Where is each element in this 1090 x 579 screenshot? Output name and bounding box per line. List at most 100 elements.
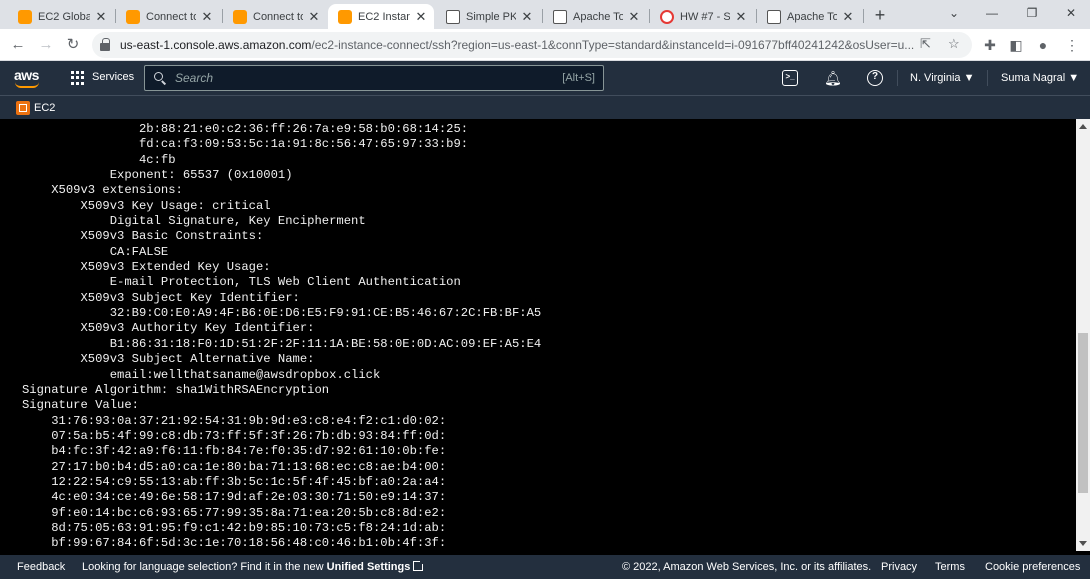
search-shortcut: [Alt+S]: [562, 72, 595, 84]
help-icon[interactable]: ?: [867, 70, 883, 86]
privacy-link[interactable]: Privacy: [881, 561, 917, 573]
tab-ec2-global[interactable]: EC2 Global ✕: [8, 4, 114, 29]
search-placeholder: Search: [175, 71, 214, 85]
forward-arrow-icon[interactable]: →: [36, 35, 56, 55]
bookmark-star-icon[interactable]: ☆: [948, 36, 960, 52]
cookie-preferences-link[interactable]: Cookie preferences: [985, 561, 1080, 573]
browser-toolbar: ← → ↻ us-east-1.console.aws.amazon.com/e…: [0, 29, 1090, 61]
image-icon: [553, 9, 567, 24]
tab-search-chevron-icon[interactable]: ⌄: [944, 3, 964, 23]
browser-tab-strip: EC2 Global ✕ Connect to ✕ Connect to ✕ E…: [0, 0, 1090, 29]
services-menu-button[interactable]: Services: [92, 71, 134, 83]
terminal-scrollbar[interactable]: [1076, 119, 1090, 551]
terminal-line: X509v3 Authority Key Identifier:: [0, 321, 315, 336]
tab-divider: [863, 9, 864, 23]
terminal-line: CA:FALSE: [0, 244, 169, 259]
terminal-line: 9f:e0:14:bc:c6:93:65:77:99:35:8a:71:ea:2…: [0, 505, 447, 520]
aws-console-header: aws Services Search [Alt+S] >_ 🔔︎ ? N. V…: [0, 61, 1090, 95]
tab-title: HW #7 - Se: [680, 10, 730, 23]
extensions-puzzle-icon[interactable]: ✚: [980, 35, 1000, 55]
url-text[interactable]: us-east-1.console.aws.amazon.com/ec2-ins…: [120, 38, 920, 52]
terminal-line: 07:5a:b5:4f:99:c8:db:73:ff:5f:3f:26:7b:d…: [0, 428, 447, 443]
url-host: us-east-1.console.aws.amazon.com: [120, 38, 312, 52]
lock-icon: [100, 37, 110, 51]
terminal-line: 8d:75:05:63:91:95:f9:c1:42:b9:85:10:73:c…: [0, 520, 447, 535]
terminal-output: 2b:88:21:e0:c2:36:ff:26:7a:e9:58:b0:68:1…: [0, 122, 1076, 551]
terminal-line: B1:86:31:18:F0:1D:51:2F:2F:11:1A:BE:58:0…: [0, 336, 542, 351]
back-arrow-icon[interactable]: ←: [8, 35, 28, 55]
close-icon[interactable]: ✕: [520, 9, 534, 25]
tab-ec2-instance-connect[interactable]: EC2 Instanc ✕: [328, 4, 434, 29]
terminal-line: Digital Signature, Key Encipherment: [0, 214, 366, 229]
tab-title: EC2 Global: [38, 10, 90, 23]
tab-title: Simple PKI: [466, 10, 516, 23]
image-icon: [767, 9, 781, 24]
account-menu[interactable]: Suma Nagral ▼: [1001, 72, 1079, 84]
terminal-line: X509v3 Basic Constraints:: [0, 229, 264, 244]
close-icon[interactable]: ✕: [307, 9, 321, 25]
search-icon: [154, 72, 166, 84]
address-bar[interactable]: us-east-1.console.aws.amazon.com/ec2-ins…: [92, 32, 972, 58]
close-icon[interactable]: ✕: [414, 9, 428, 25]
terminal-line: bf:99:67:84:6f:5d:3c:1e:70:18:56:48:c0:4…: [0, 536, 447, 551]
terminal-line: 2b:88:21:e0:c2:36:ff:26:7a:e9:58:b0:68:1…: [0, 122, 469, 136]
terminal-line: 4c:fb: [0, 152, 176, 167]
unified-settings-link[interactable]: Unified Settings: [327, 561, 411, 573]
console-search-input[interactable]: Search [Alt+S]: [144, 65, 604, 91]
aws-cube-icon: [18, 9, 32, 24]
terminal-line: Signature Algorithm: sha1WithRSAEncrypti…: [0, 382, 330, 397]
aws-logo-text: aws: [14, 67, 39, 83]
ec2-service-icon: [16, 101, 30, 115]
profile-avatar-icon[interactable]: ●: [1033, 35, 1053, 55]
tab-title: Apache Ton: [787, 10, 837, 23]
window-close-icon[interactable]: ✕: [1060, 3, 1082, 23]
gear-icon: [660, 9, 674, 24]
restore-icon[interactable]: ❐: [1021, 3, 1043, 23]
scrollbar-thumb[interactable]: [1078, 333, 1088, 493]
close-icon[interactable]: ✕: [841, 9, 855, 25]
close-icon[interactable]: ✕: [734, 9, 748, 25]
scroll-down-arrow-icon[interactable]: [1079, 541, 1087, 546]
service-bar: EC2: [0, 95, 1090, 119]
cloudshell-icon[interactable]: >_: [782, 70, 798, 86]
tab-connect-to-1[interactable]: Connect to ✕: [116, 4, 220, 29]
close-icon[interactable]: ✕: [94, 9, 108, 25]
share-icon[interactable]: ⇱: [920, 36, 931, 52]
browser-menu-icon[interactable]: ⋮: [1062, 35, 1082, 55]
terminal-line: 12:22:54:c9:55:13:ab:ff:3b:5c:1c:5f:4f:4…: [0, 474, 447, 489]
tab-title: Connect to: [146, 10, 196, 23]
tab-simple-pki[interactable]: Simple PKI ✕: [436, 4, 540, 29]
terminal-line: b4:fc:3f:42:a9:f6:11:fb:84:7e:f0:35:d7:9…: [0, 444, 447, 459]
aws-logo[interactable]: aws: [14, 67, 44, 89]
tab-apache-tomcat-1[interactable]: Apache Ton ✕: [543, 4, 647, 29]
close-icon[interactable]: ✕: [627, 9, 641, 25]
tab-hw7[interactable]: HW #7 - Se ✕: [650, 4, 754, 29]
aws-smile-icon: [15, 82, 39, 88]
side-panel-icon[interactable]: ◧: [1006, 35, 1026, 55]
ec2-service-link[interactable]: EC2: [34, 102, 55, 114]
terms-link[interactable]: Terms: [935, 561, 965, 573]
tab-connect-to-2[interactable]: Connect to ✕: [223, 4, 327, 29]
ssh-terminal[interactable]: 2b:88:21:e0:c2:36:ff:26:7a:e9:58:b0:68:1…: [0, 119, 1090, 551]
close-icon[interactable]: ✕: [200, 9, 214, 25]
aws-cube-icon: [338, 9, 352, 24]
scroll-up-arrow-icon[interactable]: [1079, 124, 1087, 129]
terminal-line: 32:B9:C0:E0:A9:4F:B6:0E:D6:E5:F9:91:CE:B…: [0, 306, 542, 321]
tab-apache-tomcat-2[interactable]: Apache Ton ✕: [757, 4, 861, 29]
aws-cube-icon: [126, 9, 140, 24]
tab-title: EC2 Instanc: [358, 10, 410, 23]
reload-icon[interactable]: ↻: [63, 35, 83, 55]
notifications-bell-icon[interactable]: 🔔︎: [824, 70, 842, 86]
feedback-link[interactable]: Feedback: [17, 561, 65, 573]
terminal-line: E-mail Protection, TLS Web Client Authen…: [0, 275, 461, 290]
console-footer: Feedback Looking for language selection?…: [0, 555, 1090, 579]
region-selector[interactable]: N. Virginia ▼: [910, 72, 975, 84]
terminal-line: email:wellthatsaname@awsdropbox.click: [0, 367, 381, 382]
terminal-line: 31:76:93:0a:37:21:92:54:31:9b:9d:e3:c8:e…: [0, 413, 447, 428]
terminal-line: Signature Value:: [0, 398, 139, 413]
new-tab-button[interactable]: +: [871, 4, 889, 26]
terminal-line: Exponent: 65537 (0x10001): [0, 168, 293, 183]
minimize-icon[interactable]: —: [981, 3, 1003, 23]
terminal-line: X509v3 Extended Key Usage:: [0, 260, 271, 275]
services-grid-icon[interactable]: [71, 71, 85, 85]
